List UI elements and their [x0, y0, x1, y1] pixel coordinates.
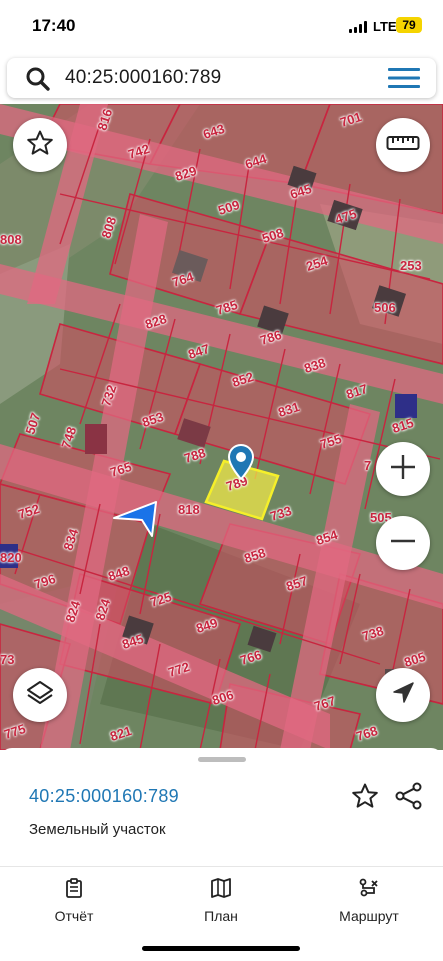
status-time: 17:40 [32, 16, 76, 35]
favorite-button[interactable] [13, 118, 67, 172]
tab-route-label: Маршрут [339, 908, 399, 924]
search-bar[interactable]: 40:25:000160:789 [7, 58, 436, 98]
ruler-button[interactable] [376, 118, 430, 172]
parcel-info-sheet[interactable]: 40:25:000160:789 Земельный участок [0, 748, 443, 866]
locate-button[interactable] [376, 668, 430, 722]
parcel-label: 820 [0, 550, 22, 565]
search-input[interactable]: 40:25:000160:789 [65, 67, 221, 89]
zoom-in-button[interactable] [376, 442, 430, 496]
status-bar: 17:40 LTE 79 [0, 0, 443, 52]
ruler-icon [386, 133, 420, 158]
navigation-arrow-icon [391, 681, 415, 710]
parcel-label: 506 [374, 300, 396, 315]
signal-icon [349, 21, 369, 33]
cadastral-number[interactable]: 40:25:000160:789 [29, 786, 179, 807]
object-type: Земельный участок [29, 821, 166, 838]
parcel-label: 818 [178, 502, 200, 517]
star-icon [26, 129, 54, 162]
home-indicator [142, 946, 300, 951]
map-pin-icon[interactable] [227, 443, 255, 485]
parcel-label: 253 [400, 258, 422, 273]
layers-button[interactable] [13, 668, 67, 722]
user-location-icon [112, 498, 158, 543]
share-icon[interactable] [395, 782, 423, 815]
parcel-label: 7 [364, 458, 372, 473]
tab-plan-label: План [204, 908, 238, 924]
layers-icon [25, 678, 55, 713]
plus-icon [388, 452, 418, 487]
tab-plan[interactable]: План [161, 877, 281, 924]
sheet-drag-handle[interactable] [198, 757, 246, 762]
parcel-label: 808 [0, 232, 22, 247]
tab-route[interactable]: Маршрут [309, 877, 429, 924]
hamburger-menu-icon[interactable] [388, 67, 420, 94]
map-view[interactable]: 816 643 701 742 829 644 645 509 475 808 … [0, 104, 443, 750]
parcel-label: 73 [0, 652, 15, 667]
clipboard-icon [63, 878, 85, 903]
network-type: LTE [373, 19, 397, 34]
zoom-out-button[interactable] [376, 516, 430, 570]
tab-report[interactable]: Отчёт [14, 877, 134, 924]
star-outline-icon[interactable] [351, 782, 379, 815]
tab-report-label: Отчёт [54, 908, 94, 924]
search-icon[interactable] [25, 66, 51, 97]
route-icon [358, 878, 380, 903]
map-icon [210, 878, 232, 903]
battery-icon: 79 [396, 17, 422, 33]
minus-icon [388, 526, 418, 561]
